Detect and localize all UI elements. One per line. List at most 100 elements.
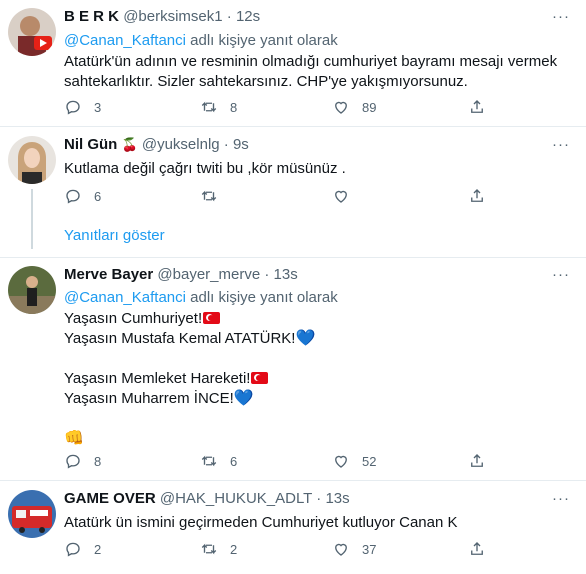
tweet-line: 👊 <box>64 429 574 449</box>
tweet-line: Yaşasın Cumhuriyet! <box>64 309 574 329</box>
tweet-actions: 6 <box>64 187 504 207</box>
reply-count: 3 <box>94 99 102 115</box>
retweet-button[interactable]: 6 <box>200 452 240 470</box>
reply-context-text: adlı kişiye yanıt olarak <box>185 289 338 306</box>
reply-count: 8 <box>94 453 102 469</box>
like-icon <box>335 543 347 556</box>
tweet-header: Merve Bayer @bayer_merve · 13s <box>64 266 298 286</box>
separator-dot: · <box>223 136 229 153</box>
tweet-actions: 8 6 52 <box>64 452 504 472</box>
user-handle[interactable]: @yukselnlg <box>142 136 220 153</box>
turkey-flag-emoji <box>203 312 221 324</box>
share-button[interactable] <box>468 187 498 205</box>
reply-button[interactable]: 6 <box>64 187 104 205</box>
separator-dot: · <box>316 490 322 507</box>
display-name[interactable]: GAME OVER <box>64 490 156 507</box>
display-name[interactable]: Nil Gün <box>64 136 117 153</box>
tweet-merve-bayer[interactable]: Merve Bayer @bayer_merve · 13s ··· @Cana… <box>0 258 586 480</box>
retweet-button[interactable]: 2 <box>200 540 240 558</box>
reply-icon <box>66 454 80 469</box>
user-handle[interactable]: @bayer_merve <box>157 266 260 283</box>
more-icon[interactable]: ··· <box>552 490 570 507</box>
retweet-icon <box>201 101 217 113</box>
tweet-text: Kutlama değil çağrı twiti bu ,kör müsünü… <box>64 160 346 177</box>
reply-count: 6 <box>94 188 102 204</box>
tweet-game-over[interactable]: GAME OVER @HAK_HUKUK_ADLT · 13s ··· Atat… <box>0 481 586 574</box>
tweet-berk[interactable]: B E R K @berksimsek1 · 12s ··· @Canan_Ka… <box>0 0 586 126</box>
user-handle[interactable]: @HAK_HUKUK_ADLT <box>160 490 312 507</box>
reply-icon <box>66 100 80 115</box>
avatar[interactable] <box>8 8 56 56</box>
share-icon <box>471 100 483 113</box>
retweet-icon <box>201 543 217 555</box>
tweet-header: GAME OVER @HAK_HUKUK_ADLT · 13s <box>64 490 350 510</box>
timestamp[interactable]: 12s <box>236 8 260 25</box>
tweet-header: B E R K @berksimsek1 · 12s <box>64 8 260 28</box>
tweet-actions: 2 2 37 <box>64 540 504 560</box>
like-icon <box>335 101 347 114</box>
like-button[interactable]: 37 <box>332 540 376 558</box>
share-button[interactable] <box>468 452 498 470</box>
retweet-button[interactable] <box>200 187 240 205</box>
like-button[interactable] <box>332 187 372 205</box>
avatar[interactable] <box>8 266 56 314</box>
show-replies-link[interactable]: Yanıtları göster <box>64 227 165 244</box>
tweet-line: Yaşasın Memleket Hareketi! <box>64 369 574 389</box>
reply-context: @Canan_Kaftanci adlı kişiye yanıt olarak <box>64 32 338 49</box>
tweet-text: Atatürk'ün adının ve resminin olmadığı c… <box>64 53 558 90</box>
tweet-line: Yaşasın Mustafa Kemal ATATÜRK!💙 <box>64 330 316 347</box>
like-icon <box>335 455 347 468</box>
share-icon <box>471 542 483 555</box>
share-icon <box>471 189 483 202</box>
retweet-button[interactable]: 8 <box>200 98 240 116</box>
reply-context-text: adlı kişiye yanıt olarak <box>185 32 338 49</box>
more-icon[interactable]: ··· <box>552 136 570 153</box>
timestamp[interactable]: 13s <box>325 490 349 507</box>
share-button[interactable] <box>468 540 498 558</box>
fist-emoji: 👊 <box>64 430 84 447</box>
tweet-line: Yaşasın Muharrem İNCE!💙 <box>64 390 254 407</box>
share-button[interactable] <box>468 98 498 116</box>
like-button[interactable]: 89 <box>332 98 376 116</box>
cherry-emoji: 🍒 <box>121 137 138 152</box>
reply-icon <box>66 542 80 557</box>
blue-heart-emoji: 💙 <box>295 330 316 347</box>
like-count: 37 <box>362 541 377 557</box>
tweet-nil-gun[interactable]: Nil Gün 🍒 @yukselnlg · 9s ··· Kutlama de… <box>0 127 586 257</box>
avatar[interactable] <box>8 136 56 184</box>
reply-context: @Canan_Kaftanci adlı kişiye yanıt olarak <box>64 289 338 306</box>
tweet-text: Atatürk ün ismini geçirmeden Cumhuriyet … <box>64 514 458 531</box>
like-count: 89 <box>362 99 377 115</box>
like-count: 52 <box>362 453 377 469</box>
reply-count: 2 <box>94 541 102 557</box>
tweet-actions: 3 8 89 <box>64 98 504 118</box>
avatar[interactable] <box>8 490 56 538</box>
thread-line <box>31 189 33 249</box>
retweet-count: 6 <box>230 453 238 469</box>
user-handle[interactable]: @berksimsek1 <box>123 8 222 25</box>
timestamp[interactable]: 13s <box>274 266 298 283</box>
display-name[interactable]: B E R K <box>64 8 119 25</box>
timestamp[interactable]: 9s <box>233 136 249 153</box>
more-icon[interactable]: ··· <box>552 266 570 283</box>
like-button[interactable]: 52 <box>332 452 376 470</box>
more-icon[interactable]: ··· <box>552 8 570 25</box>
reply-button[interactable]: 8 <box>64 452 104 470</box>
separator-dot: · <box>226 8 232 25</box>
reply-mention-link[interactable]: @Canan_Kaftanci <box>64 289 186 306</box>
reply-mention-link[interactable]: @Canan_Kaftanci <box>64 32 186 49</box>
like-icon <box>335 190 347 203</box>
display-name[interactable]: Merve Bayer <box>64 266 153 283</box>
share-icon <box>471 454 483 467</box>
reply-icon <box>66 189 80 204</box>
retweet-count: 2 <box>230 541 238 557</box>
retweet-icon <box>201 190 217 202</box>
retweet-icon <box>201 455 217 467</box>
blue-heart-emoji: 💙 <box>233 390 254 407</box>
turkey-flag-emoji <box>251 372 269 384</box>
reply-button[interactable]: 2 <box>64 540 104 558</box>
reply-button[interactable]: 3 <box>64 98 104 116</box>
tweet-text: Yaşasın Cumhuriyet! Yaşasın Mustafa Kema… <box>64 309 574 449</box>
retweet-count: 8 <box>230 99 238 115</box>
tweet-header: Nil Gün 🍒 @yukselnlg · 9s <box>64 136 249 156</box>
